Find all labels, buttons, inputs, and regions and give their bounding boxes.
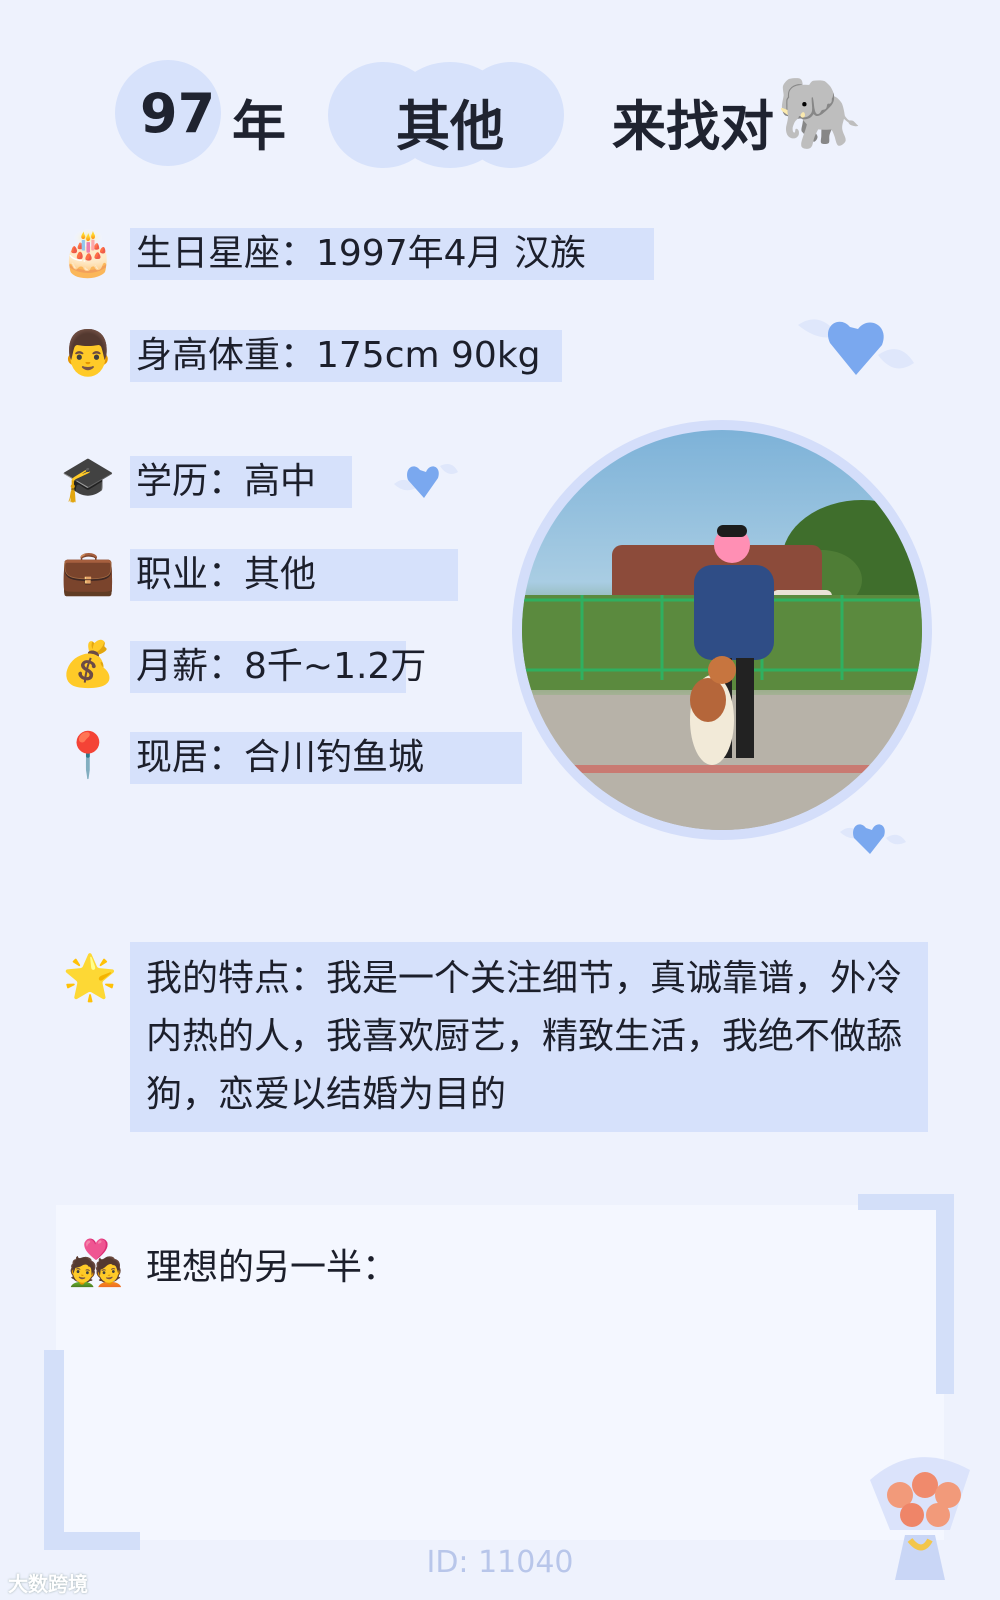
info-row-text: 生日星座：1997年4月 汉族 xyxy=(136,233,586,274)
watermark-logo: 大数跨境 xyxy=(8,1572,88,1596)
heart-wing-icon xyxy=(840,824,906,854)
info-row-text: 职业：其他 xyxy=(136,554,317,595)
man-face-icon: 👨 xyxy=(60,328,116,379)
ideal-partner-label: 理想的另一半： xyxy=(146,1247,399,1288)
info-row-text: 月薪：8千~1.2万 xyxy=(136,646,427,687)
heart-wing-icon xyxy=(798,319,914,375)
elephant-icon: 🐘 xyxy=(776,72,864,154)
occupation-title: 其他 xyxy=(396,95,504,158)
profile-photo-frame xyxy=(512,420,932,840)
card-bracket-left xyxy=(44,1350,64,1550)
card-bracket-right xyxy=(936,1194,954,1394)
location-pin-icon: 📍 xyxy=(60,730,116,781)
seeking-title: 来找对 xyxy=(612,95,774,158)
info-row-text: 现居：合川钓鱼城 xyxy=(136,737,425,778)
couple-heart-icon: 💑 xyxy=(68,1238,124,1289)
money-bag-icon: 💰 xyxy=(60,639,116,690)
star-icon: 🌟 xyxy=(62,952,118,1003)
briefcase-icon: 💼 xyxy=(60,547,116,598)
info-row-text: 学历：高中 xyxy=(136,461,317,502)
profile-photo[interactable] xyxy=(522,430,922,830)
features-text: 我的特点：我是一个关注细节，真诚靠谱，外冷内热的人，我喜欢厨艺，精致生活，我绝不… xyxy=(146,958,903,1115)
year-number: 97 xyxy=(140,82,216,145)
profile-id: ID: 11040 xyxy=(426,1545,574,1580)
year-unit: 年 xyxy=(232,95,286,158)
info-row-text: 身高体重：175cm 90kg xyxy=(136,335,541,376)
birthday-cake-icon: 🎂 xyxy=(60,228,116,279)
graduation-cap-icon: 🎓 xyxy=(60,454,116,505)
heart-wing-icon xyxy=(394,464,458,498)
